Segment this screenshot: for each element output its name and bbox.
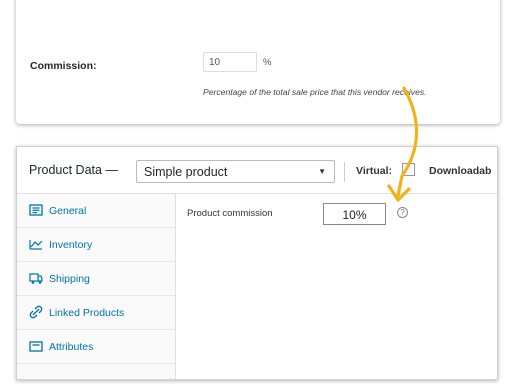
annotation-arrow-icon [387, 86, 419, 202]
